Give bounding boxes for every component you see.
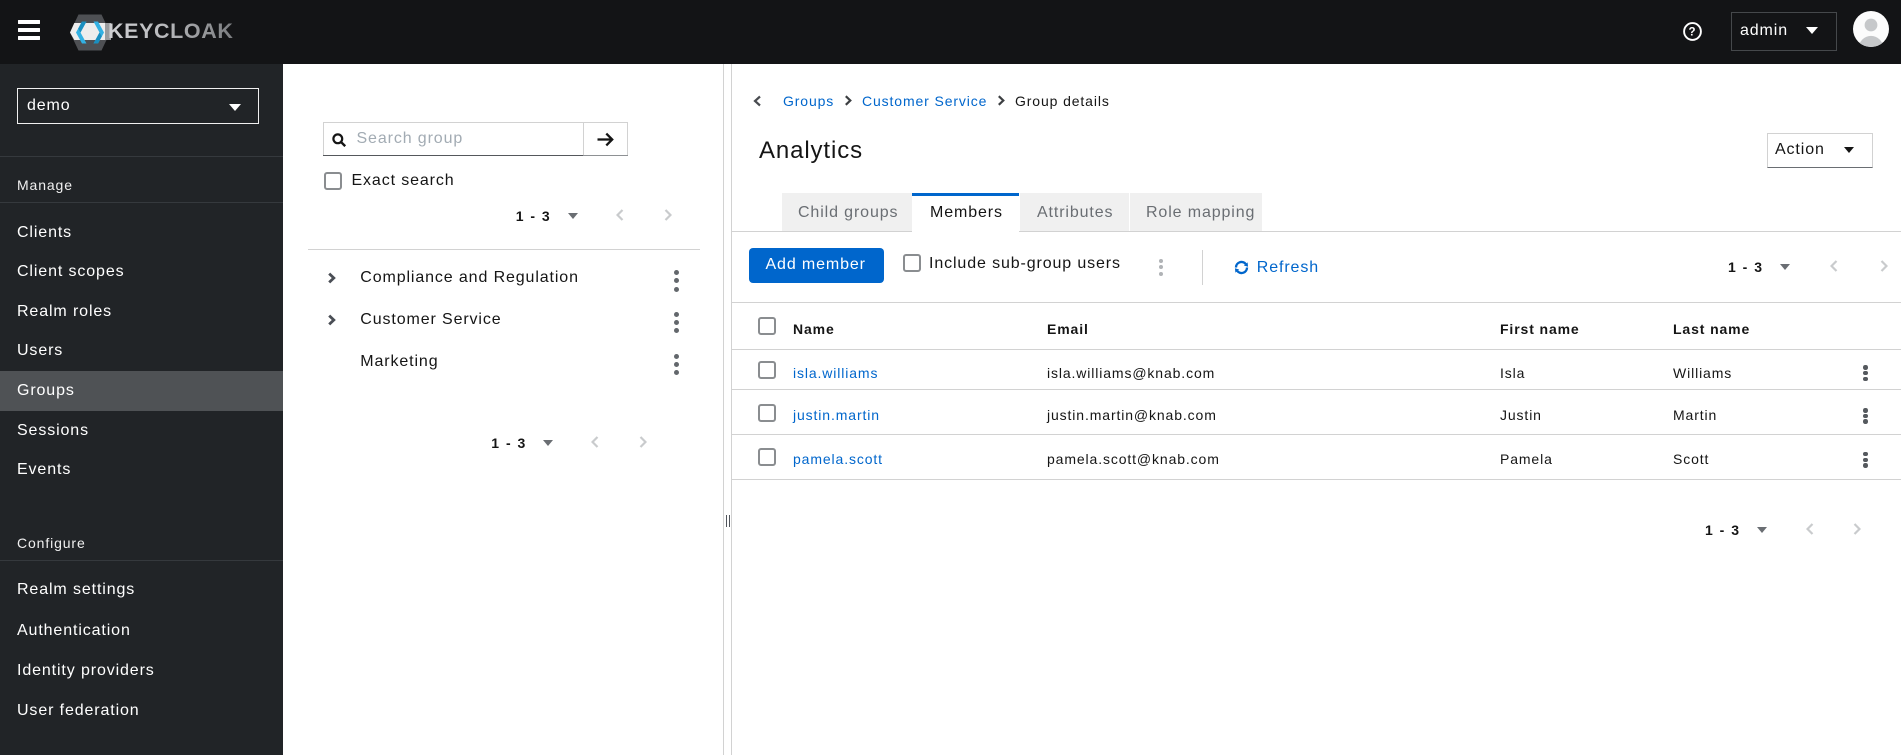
- svg-text:?: ?: [1689, 27, 1697, 39]
